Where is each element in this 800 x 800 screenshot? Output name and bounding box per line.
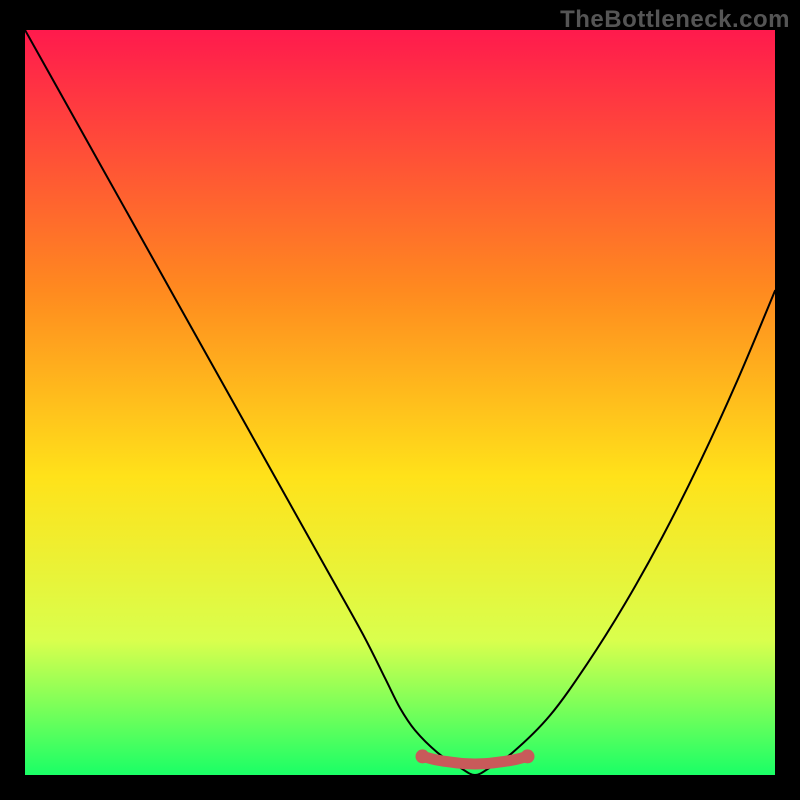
chart-frame: TheBottleneck.com [0,0,800,800]
chart-svg [25,30,775,775]
optimum-endpoint-right [521,749,535,763]
chart-background [25,30,775,775]
chart-plot-area [25,30,775,775]
watermark-label: TheBottleneck.com [560,6,790,34]
optimum-endpoint-left [416,749,430,763]
